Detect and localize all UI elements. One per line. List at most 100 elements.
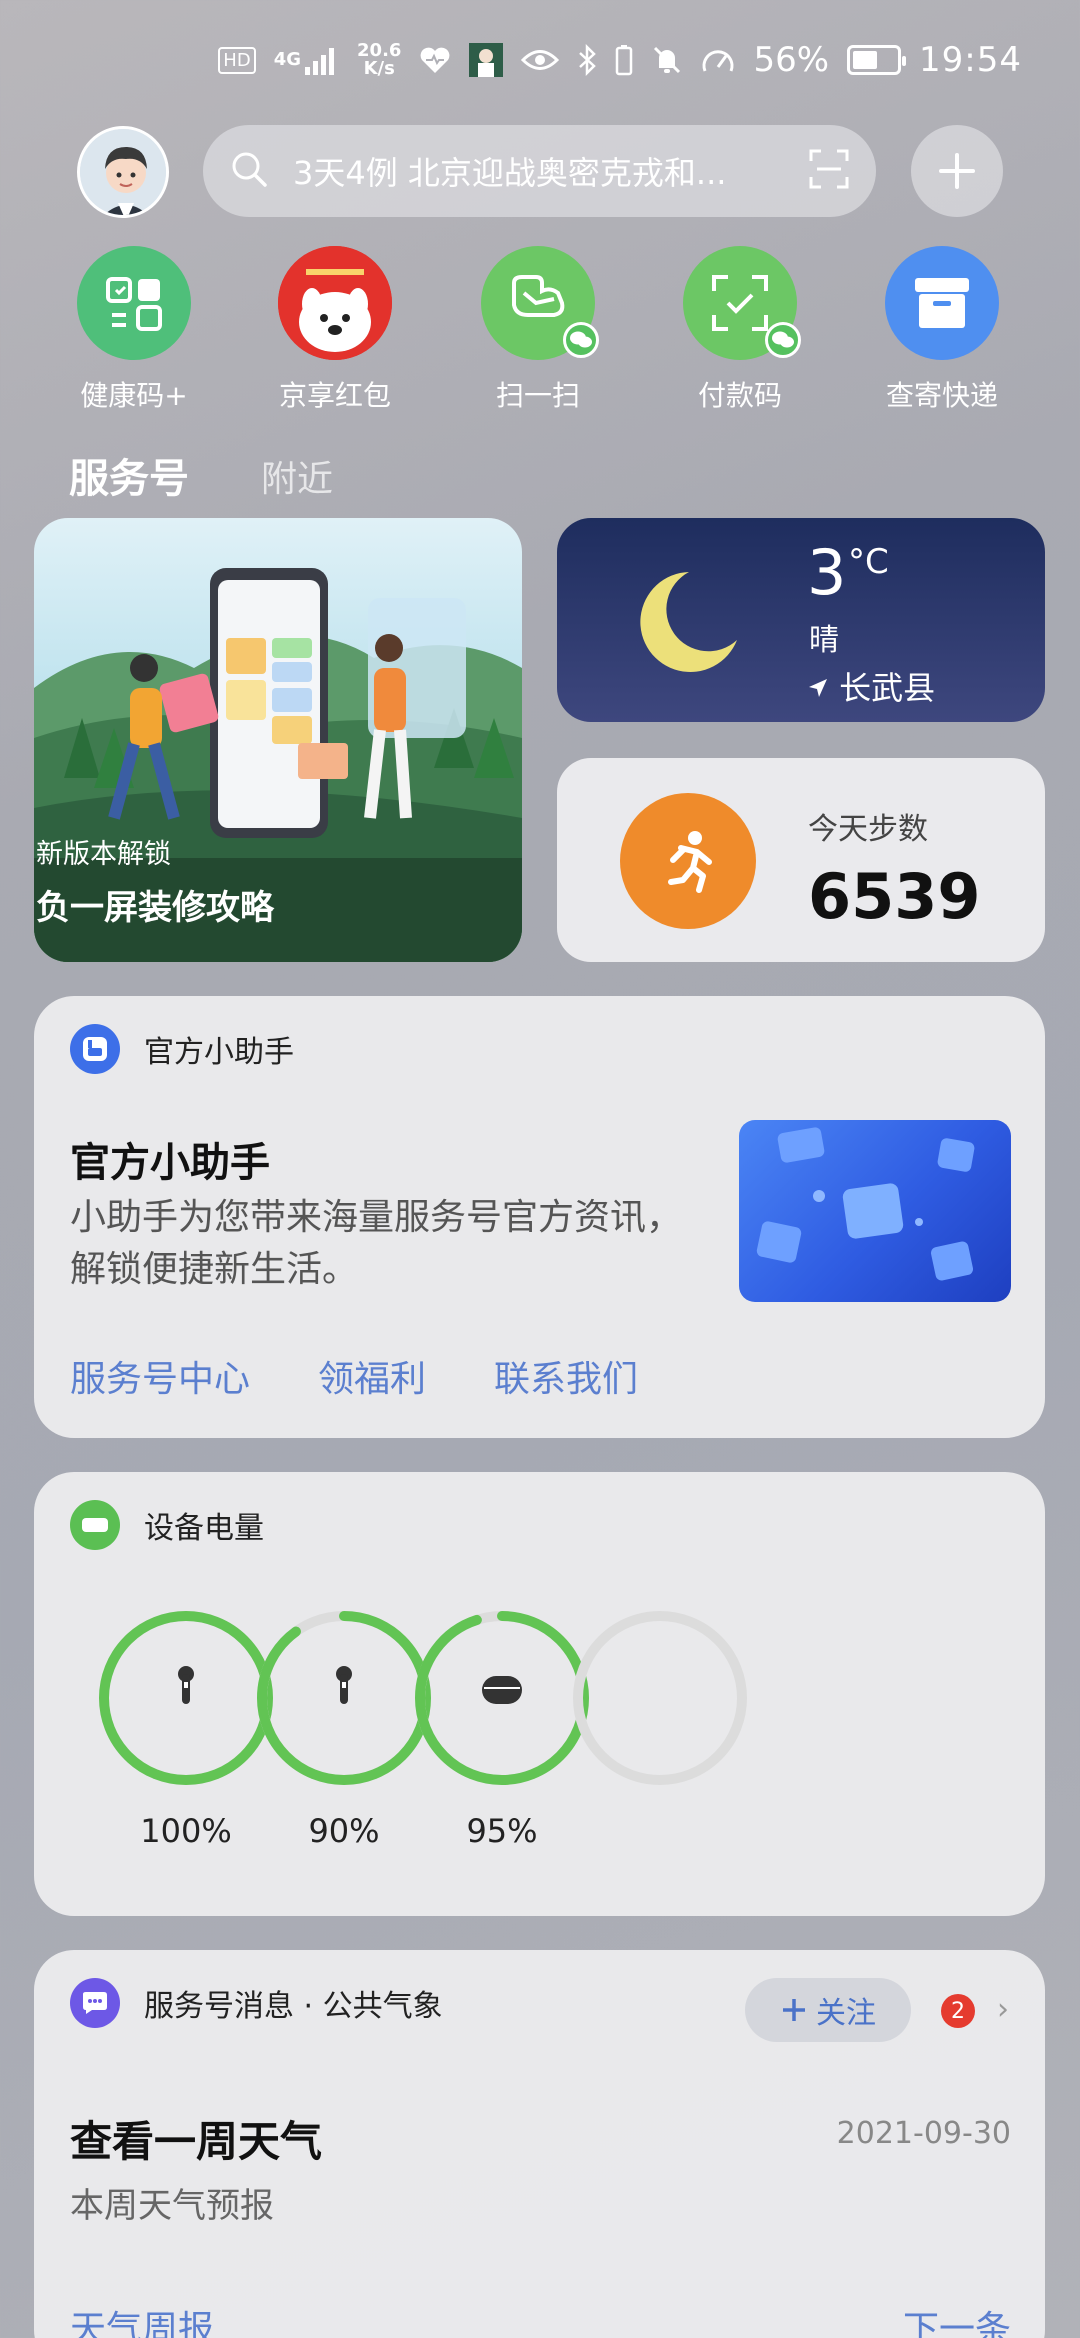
assistant-title: 官方小助手 — [70, 1140, 270, 1186]
search-icon — [229, 149, 269, 193]
health-heart-icon — [419, 45, 451, 75]
wechat-badge-icon — [563, 322, 599, 358]
quick-action-label: 健康码+ — [80, 379, 188, 412]
battery-ring-track — [573, 1611, 747, 1785]
battery-icon — [847, 45, 907, 75]
jd-red-packet-icon — [278, 246, 392, 360]
device-battery-header-label: 设备电量 — [144, 1511, 264, 1546]
weather-temperature-unit: °C — [848, 542, 889, 582]
battery-percent: 56% — [753, 40, 830, 80]
device-battery-item: 100% — [96, 1608, 276, 1850]
search-input[interactable]: 3天4例 北京迎战奥密克戎和... — [293, 148, 792, 194]
battery-fill — [853, 51, 877, 69]
quick-action-pay-code[interactable]: 付款码 — [650, 246, 830, 414]
add-button[interactable] — [911, 125, 1003, 217]
status-bar: HD 4G 20.6 K/s 56% 19:54 — [0, 0, 1080, 120]
chevron-right-icon[interactable]: › — [997, 1992, 1009, 2027]
battery-ring — [415, 1611, 589, 1785]
health-code-icon — [77, 246, 191, 360]
moon-icon — [640, 572, 737, 672]
assistant-links: 服务号中心 领福利 联系我们 — [70, 1350, 638, 1402]
avatar[interactable] — [77, 126, 169, 218]
battery-percent-label: 90% — [308, 1812, 380, 1850]
location-arrow-icon — [807, 669, 839, 707]
speedometer-icon — [701, 45, 735, 75]
quick-action-label: 扫一扫 — [495, 379, 580, 412]
vibrate-battery-icon — [615, 44, 633, 76]
assistant-banner-image — [739, 1120, 1011, 1302]
battery-ring — [99, 1611, 273, 1785]
quick-action-label: 付款码 — [697, 379, 782, 412]
plus-icon — [783, 1999, 805, 2021]
bluetooth-icon — [577, 44, 597, 76]
unread-badge: 2 — [941, 1994, 975, 2028]
service-message-header: 服务号消息 · 公共气象 — [70, 1978, 443, 2028]
app-notification-icon — [469, 43, 504, 77]
link-benefits[interactable]: 领福利 — [318, 1350, 426, 1402]
promo-title: 负一屏装修攻略 — [36, 888, 274, 928]
steps-label: 今天步数 — [808, 812, 928, 847]
weather-temperature: 3 — [807, 536, 847, 609]
follow-button[interactable]: 关注 — [745, 1978, 911, 2042]
battery-ring — [257, 1611, 431, 1785]
search-bar[interactable]: 3天4例 北京迎战奥密克戎和... — [203, 125, 876, 217]
wechat-badge-icon — [765, 322, 801, 358]
earbud-case-icon — [482, 1676, 522, 1704]
net-speed: 20.6 K/s — [357, 42, 401, 78]
link-service-center[interactable]: 服务号中心 — [70, 1350, 250, 1402]
steps-count: 6539 — [808, 860, 981, 933]
hd-icon: HD — [218, 46, 256, 74]
running-icon — [620, 793, 756, 929]
device-battery-header: 设备电量 — [70, 1500, 264, 1550]
battery-percent-label: 100% — [140, 1812, 232, 1850]
link-contact-us[interactable]: 联系我们 — [494, 1350, 638, 1402]
quick-action-jd-red-packet[interactable]: 京享红包 — [245, 246, 425, 414]
assistant-description: 小助手为您带来海量服务号官方资讯，解锁便捷新生活。 — [70, 1197, 683, 1290]
quick-actions: 健康码+ 京享红包 扫一扫 付款码 查寄快递 — [0, 246, 1080, 416]
plus-icon — [939, 153, 975, 189]
message-subtitle: 本周天气预报 — [70, 2186, 274, 2226]
follow-label: 关注 — [816, 1996, 876, 2031]
eye-icon — [521, 47, 560, 73]
battery-widget-icon — [70, 1500, 120, 1550]
message-bubble-icon — [70, 1978, 120, 2028]
avatar-illustration — [80, 129, 166, 215]
battery-percent-label: 95% — [466, 1812, 538, 1850]
service-message-header-label: 服务号消息 · 公共气象 — [144, 1989, 443, 2024]
assistant-card[interactable]: 官方小助手 官方小助手 小助手为您带来海量服务号官方资讯，解锁便捷新生活。 服务… — [34, 996, 1045, 1438]
device-battery-item: 90% — [254, 1608, 434, 1850]
device-battery-item: 95% — [412, 1608, 592, 1850]
tab-service-accounts[interactable]: 服务号 — [69, 446, 189, 504]
quick-action-express[interactable]: 查寄快递 — [852, 246, 1032, 414]
net-speed-unit: K/s — [363, 58, 395, 79]
mute-bell-icon — [651, 44, 683, 76]
service-message-card[interactable]: 服务号消息 · 公共气象 关注 2 › 查看一周天气 2021-09-30 本周… — [34, 1950, 1045, 2338]
assistant-header-label: 官方小助手 — [144, 1035, 294, 1070]
weather-location-name: 长武县 — [839, 669, 936, 707]
quick-action-label: 查寄快递 — [885, 379, 998, 412]
express-box-icon — [885, 246, 999, 360]
device-battery-card[interactable]: 设备电量 100% 90% 95% — [34, 1472, 1045, 1916]
scan-icon — [481, 246, 599, 360]
network-type: 4G — [273, 49, 302, 70]
signal-icon: 4G — [274, 45, 339, 75]
link-weather-weekly[interactable]: 天气周报 — [70, 2300, 214, 2338]
scan-code-icon[interactable] — [808, 148, 850, 194]
message-date: 2021-09-30 — [836, 2116, 1011, 2151]
weather-condition: 晴 — [809, 623, 839, 658]
link-next-item[interactable]: 下一条 — [903, 2300, 1011, 2338]
promo-subtitle: 新版本解锁 — [36, 839, 171, 870]
earbud-right-icon — [336, 1666, 352, 1704]
assistant-header: 官方小助手 — [70, 1024, 294, 1074]
message-title[interactable]: 查看一周天气 — [70, 2108, 322, 2169]
quick-action-health-code[interactable]: 健康码+ — [44, 246, 224, 414]
pay-code-icon — [683, 246, 801, 360]
weather-card[interactable] — [557, 518, 1045, 722]
quick-action-scan[interactable]: 扫一扫 — [448, 246, 628, 414]
weather-location: 长武县 — [807, 663, 935, 709]
earbud-left-icon — [178, 1666, 194, 1704]
quick-action-label: 京享红包 — [278, 379, 391, 412]
device-battery-item — [570, 1608, 750, 1812]
clock: 19:54 — [919, 40, 1022, 80]
tab-nearby[interactable]: 附近 — [261, 450, 333, 502]
